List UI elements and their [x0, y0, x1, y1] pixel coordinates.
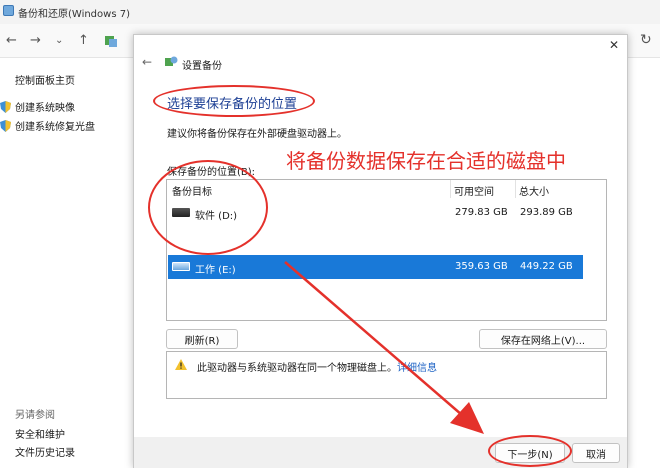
window-titlebar: 备份和还原(Windows 7) — [0, 0, 660, 24]
shield-icon — [0, 119, 11, 132]
dialog-title: 设置备份 — [182, 61, 222, 72]
create-repair-disc-link[interactable]: 创建系统修复光盘 — [0, 118, 95, 133]
setup-backup-dialog: ✕ ← 设置备份 选择要保存备份的位置 建议你将备份保存在外部硬盘驱动器上。 将… — [133, 34, 628, 468]
save-on-network-button[interactable]: 保存在网络上(V)... — [479, 329, 607, 349]
drive-free-space: 279.83 GB — [455, 207, 508, 218]
suggestion-text: 建议你将备份保存在外部硬盘驱动器上。 — [167, 129, 347, 140]
drive-free-space: 359.63 GB — [455, 261, 508, 272]
annotation-text: 将备份数据保存在合适的磁盘中 — [286, 149, 566, 173]
column-separator — [450, 180, 451, 198]
refresh-icon[interactable]: ↻ — [640, 32, 652, 48]
cancel-button[interactable]: 取消 — [572, 443, 620, 463]
drive-total-size: 293.89 GB — [520, 207, 573, 218]
create-system-image-link[interactable]: 创建系统映像 — [0, 99, 75, 114]
recent-locations-chevron-icon[interactable]: ⌄ — [55, 35, 63, 46]
drive-row-e[interactable]: 工作 (E:) 359.63 GB 449.22 GB — [168, 255, 583, 279]
close-icon[interactable]: ✕ — [609, 38, 619, 52]
column-header-total-size[interactable]: 总大小 — [519, 183, 549, 198]
back-arrow-icon[interactable]: ← — [6, 33, 17, 48]
column-header-free-space[interactable]: 可用空间 — [454, 183, 494, 198]
refresh-button[interactable]: 刷新(R) — [166, 329, 238, 349]
up-arrow-icon[interactable]: ↑ — [78, 33, 89, 48]
drive-total-size: 449.22 GB — [520, 261, 573, 272]
warning-icon — [175, 359, 187, 370]
drive-list-highlight-circle — [148, 160, 268, 255]
drive-name: 工作 (E:) — [195, 265, 236, 276]
heading-highlight-circle — [153, 85, 315, 117]
window-title: 备份和还原(Windows 7) — [18, 9, 130, 20]
column-separator — [515, 180, 516, 198]
back-arrow-icon[interactable]: ← — [142, 55, 152, 69]
next-button-highlight-circle — [488, 435, 572, 467]
backup-app-icon — [3, 5, 14, 16]
shield-icon — [0, 100, 11, 113]
security-maintenance-link[interactable]: 安全和维护 — [15, 426, 65, 441]
control-panel-address-icon[interactable] — [104, 34, 118, 48]
see-also-heading: 另请参阅 — [15, 410, 55, 421]
backup-setup-icon — [165, 56, 178, 66]
warning-box: 此驱动器与系统驱动器在同一个物理磁盘上。详细信息 — [166, 351, 607, 399]
sidebar: 控制面板主页 创建系统映像 创建系统修复光盘 另请参阅 安全和维护 文件历史记录 — [0, 58, 130, 468]
warning-text: 此驱动器与系统驱动器在同一个物理磁盘上。详细信息 — [197, 363, 437, 374]
file-history-link[interactable]: 文件历史记录 — [15, 444, 75, 459]
hard-drive-icon — [172, 262, 190, 271]
forward-arrow-icon[interactable]: → — [30, 33, 41, 48]
details-link[interactable]: 详细信息 — [397, 363, 437, 374]
control-panel-home-link[interactable]: 控制面板主页 — [15, 72, 75, 87]
